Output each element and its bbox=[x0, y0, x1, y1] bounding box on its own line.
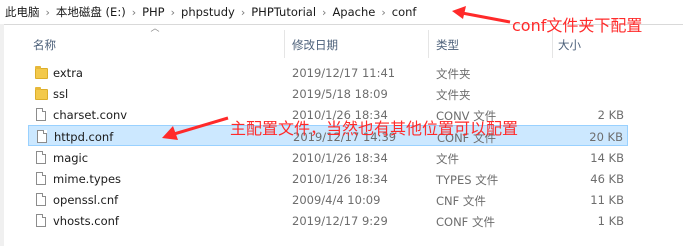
file-explorer-window: 此电脑 › 本地磁盘 (E:) › PHP › phpstudy › PHPTu… bbox=[0, 0, 683, 246]
file-date: 2010/1/26 18:34 bbox=[292, 151, 388, 165]
folder-icon bbox=[35, 87, 48, 100]
breadcrumb-item-apache[interactable]: Apache bbox=[330, 5, 377, 19]
breadcrumb-item-drive-e[interactable]: 本地磁盘 (E:) bbox=[54, 4, 128, 20]
annotation-file-note: 主配置文件，当然也有其他位置可以配置 bbox=[230, 119, 519, 138]
file-name: openssl.cnf bbox=[53, 193, 119, 207]
list-item[interactable]: ssl 2019/5/18 18:09 文件夹 bbox=[28, 83, 628, 104]
file-name: charset.conv bbox=[53, 108, 128, 122]
file-name: mime.types bbox=[53, 172, 122, 186]
column-header-type[interactable]: 类型 bbox=[436, 37, 459, 53]
breadcrumb-item-phpstudy[interactable]: phpstudy bbox=[179, 5, 237, 19]
file-size: 20 KB bbox=[589, 130, 623, 144]
file-size: 11 KB bbox=[590, 193, 624, 207]
file-icon bbox=[36, 172, 46, 185]
file-name: ssl bbox=[53, 87, 69, 101]
file-date: 2019/5/18 18:09 bbox=[292, 87, 388, 101]
file-name: vhosts.conf bbox=[53, 214, 119, 228]
file-icon bbox=[36, 151, 46, 164]
file-date: 2010/1/26 18:34 bbox=[292, 172, 388, 186]
file-name: extra bbox=[53, 66, 83, 80]
breadcrumb-item-phptutorial[interactable]: PHPTutorial bbox=[249, 5, 318, 19]
breadcrumb-item-php[interactable]: PHP bbox=[140, 5, 167, 19]
file-size: 1 KB bbox=[597, 214, 624, 228]
column-divider[interactable] bbox=[428, 30, 429, 58]
file-type: 文件夹 bbox=[436, 67, 471, 81]
file-type: CNF 文件 bbox=[436, 194, 486, 208]
chevron-right-icon[interactable]: › bbox=[237, 6, 249, 19]
file-type: CONF 文件 bbox=[436, 215, 495, 229]
file-type: 文件夹 bbox=[436, 88, 471, 102]
annotation-folder-note: conf文件夹下配置 bbox=[512, 16, 643, 35]
file-name: magic bbox=[53, 151, 89, 165]
column-header-date[interactable]: 修改日期 bbox=[292, 37, 338, 53]
chevron-right-icon[interactable]: › bbox=[128, 6, 140, 19]
file-name: httpd.conf bbox=[54, 130, 114, 144]
column-header-size[interactable]: 大小 bbox=[558, 37, 581, 53]
list-item[interactable]: extra 2019/12/17 11:41 文件夹 bbox=[28, 62, 628, 83]
file-date: 2019/12/17 9:29 bbox=[292, 214, 388, 228]
list-item[interactable]: openssl.cnf 2009/4/4 10:09 CNF 文件 11 KB bbox=[28, 189, 628, 210]
folder-icon bbox=[35, 66, 48, 79]
column-divider[interactable] bbox=[284, 30, 285, 58]
file-type: 文件 bbox=[436, 152, 459, 166]
file-icon bbox=[36, 214, 46, 227]
file-size: 2 KB bbox=[597, 108, 624, 122]
file-type: TYPES 文件 bbox=[436, 173, 499, 187]
chevron-right-icon[interactable]: › bbox=[167, 6, 179, 19]
chevron-right-icon[interactable]: › bbox=[318, 6, 330, 19]
breadcrumb-item-conf[interactable]: conf bbox=[390, 5, 419, 19]
breadcrumb: 此电脑 › 本地磁盘 (E:) › PHP › phpstudy › PHPTu… bbox=[3, 4, 418, 20]
breadcrumb-item-this-pc[interactable]: 此电脑 bbox=[3, 4, 42, 20]
list-item[interactable]: mime.types 2010/1/26 18:34 TYPES 文件 46 K… bbox=[28, 168, 628, 189]
column-header-name[interactable]: 名称 bbox=[33, 37, 56, 53]
list-item[interactable]: magic 2010/1/26 18:34 文件 14 KB bbox=[28, 147, 628, 168]
chevron-right-icon[interactable]: › bbox=[42, 6, 54, 19]
file-size: 46 KB bbox=[590, 172, 624, 186]
file-icon bbox=[36, 193, 46, 206]
file-date: 2019/12/17 11:41 bbox=[292, 66, 396, 80]
file-date: 2009/4/4 10:09 bbox=[292, 193, 381, 207]
file-size: 14 KB bbox=[590, 151, 624, 165]
file-icon bbox=[36, 108, 46, 121]
chevron-right-icon[interactable]: › bbox=[377, 6, 389, 19]
list-item[interactable]: vhosts.conf 2019/12/17 9:29 CONF 文件 1 KB bbox=[28, 210, 628, 231]
file-icon bbox=[37, 130, 47, 143]
